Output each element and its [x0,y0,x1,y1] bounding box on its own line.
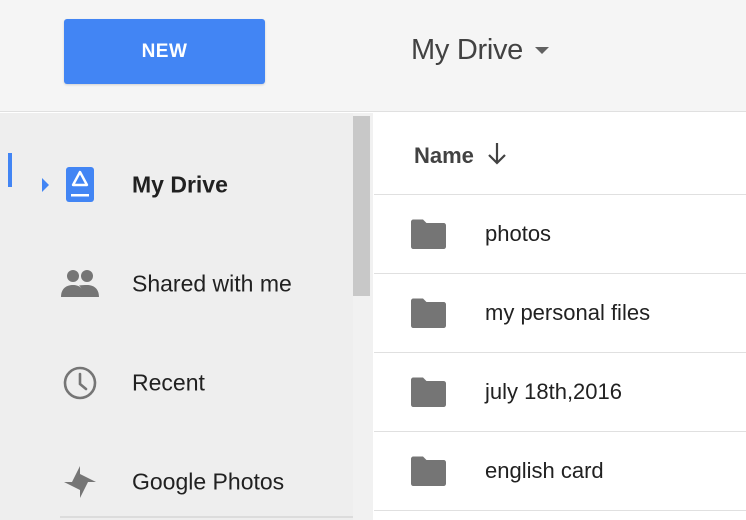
folder-icon [411,456,446,486]
top-bar: NEW My Drive [0,0,746,112]
sidebar-item-recent[interactable]: Recent [0,348,353,418]
sidebar-item-label: My Drive [132,171,228,198]
pinwheel-icon [64,466,96,498]
list-item[interactable]: photos [374,195,746,274]
list-item[interactable]: july 18th,2016 [374,353,746,432]
sidebar-scrollbar-thumb[interactable] [353,116,370,296]
expand-arrow-icon[interactable] [42,178,49,192]
sidebar-item-label: Recent [132,369,205,396]
sidebar-item-label: Google Photos [132,468,285,495]
clock-icon [63,366,97,400]
name-column-header[interactable]: Name [374,113,746,195]
file-name: photos [485,221,552,246]
caret-down-icon [535,46,549,54]
file-name: july 18th,2016 [485,379,622,404]
list-item[interactable]: my personal files [374,274,746,353]
sidebar-item-my-drive[interactable]: My Drive [0,150,353,220]
drive-title: My Drive [411,33,523,66]
new-button[interactable]: NEW [64,19,265,84]
shared-people-icon [61,270,99,297]
sidebar-item-label: Shared with me [132,270,292,297]
list-item[interactable]: english card [374,432,746,511]
sort-arrow-down-icon [488,143,506,165]
folder-icon [411,377,446,407]
file-name: my personal files [485,300,651,325]
folder-icon [411,219,446,249]
sidebar-divider [60,516,353,518]
file-list: Name photos my personal files july 18th,… [374,113,746,520]
sidebar-item-google-photos[interactable]: Google Photos [0,447,353,517]
my-drive-icon [66,167,94,202]
folder-icon [411,298,446,328]
file-name: english card [485,458,604,483]
column-header-label: Name [414,143,474,168]
drive-title-dropdown[interactable]: My Drive [411,30,549,70]
sidebar-item-shared-with-me[interactable]: Shared with me [0,249,353,319]
